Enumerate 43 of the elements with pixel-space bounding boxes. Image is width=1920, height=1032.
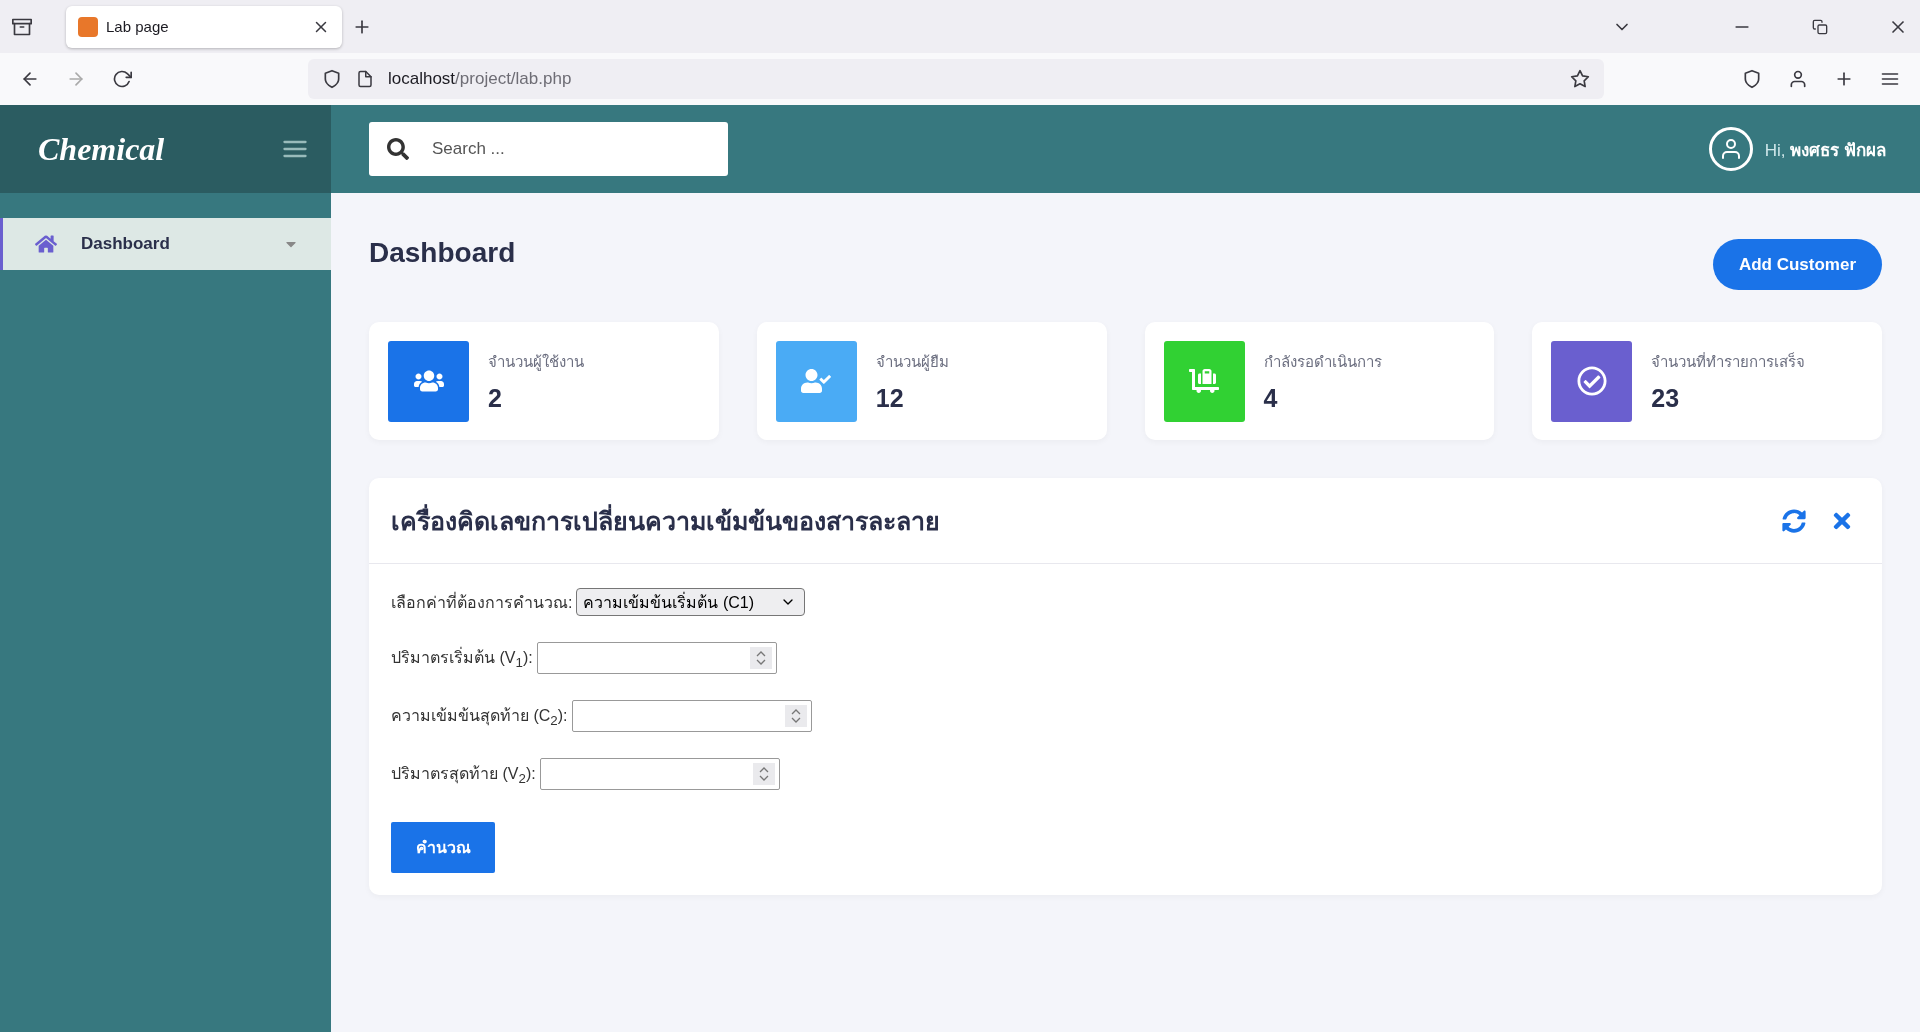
logo: Chemical [38,130,165,168]
sidebar-item[interactable]: Dashboard [0,218,331,270]
page-title: Dashboard [369,237,516,269]
stat-value: 2 [488,383,503,413]
tab-list-icon[interactable] [12,16,32,37]
number-input[interactable] [571,700,812,732]
url-text: localhost/project/lab.php [388,69,573,89]
stat-label: จำนวนที่ทำรายการเสร็จ [1651,351,1806,372]
search-field[interactable]: Search ... [369,122,728,176]
field-label: ความเข้มข้นสุดท้าย (C$_{2}$): [391,706,568,729]
spinner-icon[interactable] [752,763,775,785]
field-label: ปริมาตรเริ่มต้น (V$_{1}$): [391,646,533,671]
stat-label: จำนวนผู้ยืม [875,351,949,373]
field-label: ปริมาตรสุดท้าย (V$_{2}$): [391,764,536,787]
calculation-select[interactable]: ความเข้มข้นเริ่มต้น (C1) [576,588,805,616]
calculate-button[interactable]: คำนวณ [391,822,495,873]
home-icon [35,233,57,255]
number-input[interactable] [539,758,780,790]
tab-title: Lab page [106,18,170,35]
shield-icon [322,69,342,89]
stat-value: 4 [1263,383,1279,413]
stat-value: 12 [875,383,905,413]
spinner-icon[interactable] [749,647,772,669]
refresh-icon[interactable] [1782,508,1806,533]
user-greeting: Hi, พงศธร ฟักผล [1764,139,1886,162]
stat-label: จำนวนผู้ใช้งาน [488,351,584,373]
site-icon [78,16,98,37]
calculator-title: เครื่องคิดเลขการเปลี่ยนความเข้มข้นของสารละลาย [391,503,940,537]
add-customer-button[interactable]: Add Customer [1712,239,1882,290]
address-bar[interactable]: localhost/project/lab.php [308,59,1604,99]
spinner-icon[interactable] [784,705,807,727]
user-avatar-icon[interactable] [1708,127,1753,171]
stat-value: 23 [1651,383,1681,413]
reload-icon[interactable] [112,69,132,89]
account-icon[interactable] [1788,69,1808,89]
page-icon [356,70,374,88]
search-icon [387,138,409,160]
star-icon[interactable] [1570,69,1590,89]
restore-icon[interactable] [1812,18,1828,35]
stat-label: กำลังรอดำเนินการ [1263,351,1382,372]
field-label: เลือกค่าที่ต้องการคำนวณ: [391,591,573,613]
browser-tab[interactable]: Lab page [66,5,342,48]
number-input[interactable] [536,642,777,674]
